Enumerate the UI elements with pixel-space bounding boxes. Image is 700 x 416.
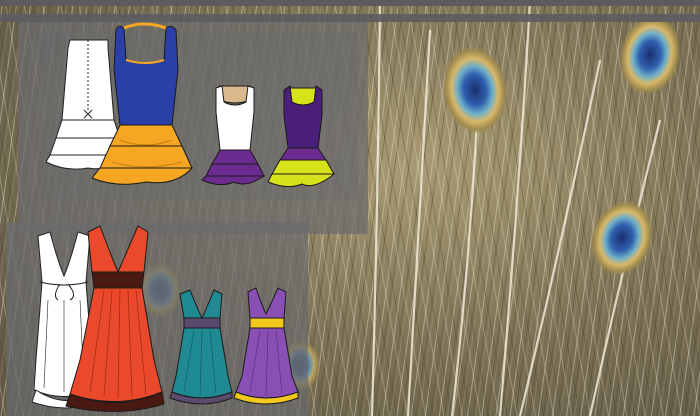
top-frame-bar — [0, 0, 700, 6]
top-frame-bar-2 — [0, 14, 700, 22]
fashion-collage — [0, 0, 700, 416]
